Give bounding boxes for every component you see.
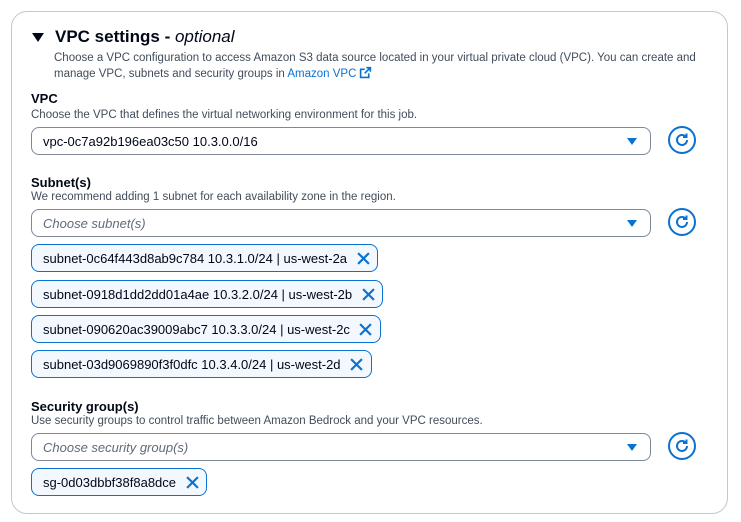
subnets-description: We recommend adding 1 subnet for each av…	[31, 191, 396, 203]
amazon-vpc-link[interactable]: Amazon VPC	[287, 68, 356, 80]
section-description: Choose a VPC configuration to access Ama…	[54, 50, 714, 84]
subnet-refresh-button[interactable]	[668, 208, 696, 236]
chevron-down-icon	[627, 444, 637, 451]
close-icon[interactable]	[349, 356, 365, 372]
close-icon[interactable]	[360, 286, 376, 302]
subnet-select[interactable]: Choose subnet(s)	[31, 209, 651, 237]
vpc-settings-panel: VPC settings - optional Choose a VPC con…	[11, 11, 728, 514]
subnet-select-placeholder: Choose subnet(s)	[43, 215, 146, 231]
subnets-label: Subnet(s)	[31, 175, 91, 190]
security-group-token-label: sg-0d03dbbf38f8a8dce	[43, 474, 177, 490]
vpc-label: VPC	[31, 91, 58, 106]
optional-label: optional	[174, 27, 235, 46]
caret-down-icon[interactable]	[32, 33, 44, 42]
external-link-icon[interactable]	[359, 66, 372, 84]
refresh-icon	[676, 133, 688, 146]
chevron-down-icon	[627, 138, 637, 145]
security-groups-description: Use security groups to control traffic b…	[31, 415, 483, 427]
close-icon[interactable]	[184, 474, 200, 490]
subnet-token-label: subnet-090620ac39009abc7 10.3.3.0/24 | u…	[43, 321, 350, 337]
subnet-token: subnet-0918d1dd2dd01a4ae 10.3.2.0/24 | u…	[31, 280, 384, 308]
subnet-token-label: subnet-0918d1dd2dd01a4ae 10.3.2.0/24 | u…	[43, 286, 353, 302]
refresh-icon	[676, 439, 688, 452]
vpc-select[interactable]: vpc-0c7a92b196ea03c50 10.3.0.0/16	[31, 127, 651, 155]
vpc-refresh-button[interactable]	[668, 126, 696, 154]
subnet-token-label: subnet-03d9069890f3f0dfc 10.3.4.0/24 | u…	[43, 356, 341, 372]
security-groups-label: Security group(s)	[31, 399, 139, 414]
vpc-select-value: vpc-0c7a92b196ea03c50 10.3.0.0/16	[43, 133, 258, 149]
vpc-description: Choose the VPC that defines the virtual …	[31, 109, 418, 121]
security-group-select[interactable]: Choose security group(s)	[31, 433, 651, 461]
security-group-token: sg-0d03dbbf38f8a8dce	[31, 468, 208, 496]
section-title: VPC settings - optional	[55, 27, 235, 46]
subnet-token: subnet-03d9069890f3f0dfc 10.3.4.0/24 | u…	[31, 350, 372, 378]
security-group-refresh-button[interactable]	[668, 432, 696, 460]
security-group-select-placeholder: Choose security group(s)	[43, 439, 189, 455]
refresh-icon	[676, 215, 688, 228]
close-icon[interactable]	[355, 250, 371, 266]
vpc-settings-header[interactable]: VPC settings - optional	[32, 26, 235, 48]
subnet-token: subnet-0c64f443d8ab9c784 10.3.1.0/24 | u…	[31, 244, 379, 272]
subnet-token: subnet-090620ac39009abc7 10.3.3.0/24 | u…	[31, 315, 381, 343]
chevron-down-icon	[627, 220, 637, 227]
close-icon[interactable]	[358, 321, 374, 337]
subnet-token-label: subnet-0c64f443d8ab9c784 10.3.1.0/24 | u…	[43, 250, 348, 266]
